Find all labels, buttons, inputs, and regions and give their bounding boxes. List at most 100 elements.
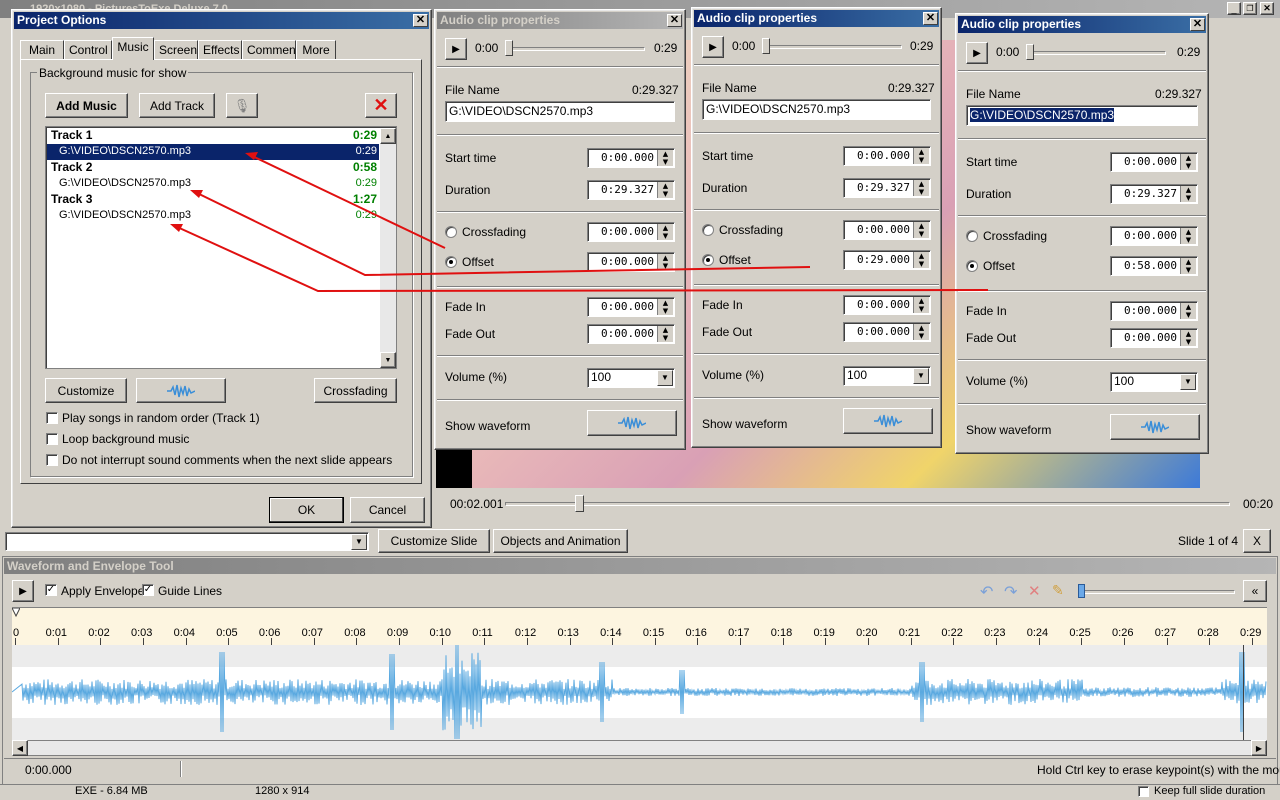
fade-in-spinner[interactable]: 0:00.000 ▲ ▼: [1110, 301, 1198, 321]
no-interrupt-checkbox[interactable]: [46, 454, 58, 466]
objects-animation-button[interactable]: Objects and Animation: [493, 529, 628, 553]
waveform-play-button[interactable]: ▶: [12, 580, 34, 602]
clip-slider[interactable]: [764, 45, 902, 49]
fade-in-spinner[interactable]: 0:00.000 ▲ ▼: [587, 297, 675, 317]
chevron-down-icon[interactable]: ▼: [913, 368, 929, 384]
clip-play-button[interactable]: ▶: [445, 38, 467, 60]
show-waveform-button[interactable]: [587, 410, 677, 436]
waveform-button[interactable]: [136, 378, 226, 403]
duration-spinner[interactable]: 0:29.327 ▲ ▼: [843, 178, 931, 198]
scroll-left-button[interactable]: ◀: [12, 740, 28, 756]
random-order-checkbox[interactable]: [46, 412, 58, 424]
spin-arrows-icon[interactable]: ▲ ▼: [913, 148, 929, 164]
collapse-button[interactable]: «: [1243, 580, 1267, 602]
tab-music[interactable]: Music: [112, 37, 154, 60]
crossfading-spinner[interactable]: 0:00.000 ▲ ▼: [1110, 226, 1198, 246]
track-header[interactable]: Track 3 1:27: [47, 192, 379, 208]
volume-combo[interactable]: 100 ▼: [1110, 372, 1198, 392]
close-icon[interactable]: ✕: [413, 14, 428, 27]
microphone-button[interactable]: 🎙: [226, 93, 258, 118]
file-name-field[interactable]: G:\VIDEO\DSCN2570.mp3: [702, 99, 931, 120]
track-scroll-up[interactable]: ▲: [380, 128, 396, 144]
eraser-icon[interactable]: ✎: [1052, 582, 1064, 599]
add-track-button[interactable]: Add Track: [139, 93, 215, 118]
clip-slider[interactable]: [1028, 51, 1166, 55]
preview-slider-thumb[interactable]: [575, 495, 584, 512]
list-item[interactable]: G:\VIDEO\DSCN2570.mp3 0:29: [47, 144, 379, 160]
spin-arrows-icon[interactable]: ▲ ▼: [913, 297, 929, 313]
spin-arrows-icon[interactable]: ▲ ▼: [1180, 228, 1196, 244]
volume-combo[interactable]: 100 ▼: [843, 366, 931, 386]
spin-arrows-icon[interactable]: ▲ ▼: [1180, 186, 1196, 202]
spin-arrows-icon[interactable]: ▲ ▼: [657, 326, 673, 342]
track-list-scrollbar[interactable]: [380, 128, 396, 368]
clip-slider-thumb[interactable]: [505, 40, 513, 56]
spin-arrows-icon[interactable]: ▲ ▼: [657, 224, 673, 240]
file-name-field[interactable]: G:\VIDEO\DSCN2570.mp3: [966, 105, 1198, 126]
offset-spinner[interactable]: 0:29.000 ▲ ▼: [843, 250, 931, 270]
main-restore-button[interactable]: ❐: [1243, 2, 1257, 15]
add-music-button[interactable]: Add Music: [45, 93, 128, 118]
clip-play-button[interactable]: ▶: [966, 42, 988, 64]
start-time-spinner[interactable]: 0:00.000 ▲ ▼: [843, 146, 931, 166]
main-minimize-button[interactable]: _: [1227, 2, 1241, 15]
slide-close-button[interactable]: X: [1243, 529, 1271, 553]
fade-out-spinner[interactable]: 0:00.000 ▲ ▼: [1110, 328, 1198, 348]
crossfading-radio[interactable]: [445, 226, 457, 238]
tab-main[interactable]: Main: [20, 40, 64, 59]
spin-arrows-icon[interactable]: ▲ ▼: [1180, 154, 1196, 170]
loop-music-checkbox[interactable]: [46, 433, 58, 445]
tab-screen[interactable]: Screen: [154, 40, 198, 59]
guide-lines-checkbox[interactable]: ✓: [142, 584, 154, 596]
duration-spinner[interactable]: 0:29.327 ▲ ▼: [587, 180, 675, 200]
spin-arrows-icon[interactable]: ▲ ▼: [1180, 303, 1196, 319]
file-name-field[interactable]: G:\VIDEO\DSCN2570.mp3: [445, 101, 675, 122]
offset-radio[interactable]: [702, 254, 714, 266]
apply-envelope-checkbox[interactable]: ✓: [45, 584, 57, 596]
tab-control[interactable]: Control: [64, 40, 112, 59]
undo-icon[interactable]: ↶: [980, 582, 993, 602]
slide-combo[interactable]: ▼: [5, 532, 369, 551]
delete-track-button[interactable]: ✕: [365, 93, 397, 118]
crossfading-button[interactable]: Crossfading: [314, 378, 397, 403]
show-waveform-button[interactable]: [843, 408, 933, 434]
fade-out-spinner[interactable]: 0:00.000 ▲ ▼: [587, 324, 675, 344]
redo-icon[interactable]: ↷: [1004, 582, 1017, 602]
chevron-down-icon[interactable]: ▼: [657, 370, 673, 386]
ok-button[interactable]: OK: [269, 497, 344, 523]
spin-arrows-icon[interactable]: ▲ ▼: [1180, 258, 1196, 274]
track-scroll-down[interactable]: ▼: [380, 352, 396, 368]
spin-arrows-icon[interactable]: ▲ ▼: [657, 254, 673, 270]
list-item[interactable]: G:\VIDEO\DSCN2570.mp3 0:29: [47, 208, 379, 224]
track-header[interactable]: Track 2 0:58: [47, 160, 379, 176]
duration-spinner[interactable]: 0:29.327 ▲ ▼: [1110, 184, 1198, 204]
spin-arrows-icon[interactable]: ▲ ▼: [913, 324, 929, 340]
start-time-spinner[interactable]: 0:00.000 ▲ ▼: [1110, 152, 1198, 172]
tab-effects[interactable]: Effects: [198, 40, 242, 59]
spin-arrows-icon[interactable]: ▲ ▼: [913, 180, 929, 196]
crossfading-spinner[interactable]: 0:00.000 ▲ ▼: [843, 220, 931, 240]
zoom-slider[interactable]: [1080, 590, 1235, 594]
offset-radio[interactable]: [966, 260, 978, 272]
customize-slide-button[interactable]: Customize Slide: [378, 529, 490, 553]
spin-arrows-icon[interactable]: ▲ ▼: [913, 222, 929, 238]
crossfading-radio[interactable]: [966, 230, 978, 242]
tab-more[interactable]: More: [296, 40, 336, 59]
volume-combo[interactable]: 100 ▼: [587, 368, 675, 388]
spin-arrows-icon[interactable]: ▲ ▼: [657, 182, 673, 198]
keep-duration-checkbox[interactable]: [1138, 786, 1149, 797]
fade-in-spinner[interactable]: 0:00.000 ▲ ▼: [843, 295, 931, 315]
fade-out-spinner[interactable]: 0:00.000 ▲ ▼: [843, 322, 931, 342]
close-icon[interactable]: ✕: [667, 14, 682, 27]
offset-spinner[interactable]: 0:58.000 ▲ ▼: [1110, 256, 1198, 276]
preview-slider[interactable]: [505, 502, 1230, 506]
close-icon[interactable]: ✕: [923, 12, 938, 25]
spin-arrows-icon[interactable]: ▲ ▼: [913, 252, 929, 268]
tab-comments[interactable]: Comments: [242, 40, 305, 59]
offset-spinner[interactable]: 0:00.000 ▲ ▼: [587, 252, 675, 272]
list-item[interactable]: G:\VIDEO\DSCN2570.mp3 0:29: [47, 176, 379, 192]
customize-button[interactable]: Customize: [45, 378, 127, 403]
spin-arrows-icon[interactable]: ▲ ▼: [657, 150, 673, 166]
clip-play-button[interactable]: ▶: [702, 36, 724, 58]
offset-radio[interactable]: [445, 256, 457, 268]
